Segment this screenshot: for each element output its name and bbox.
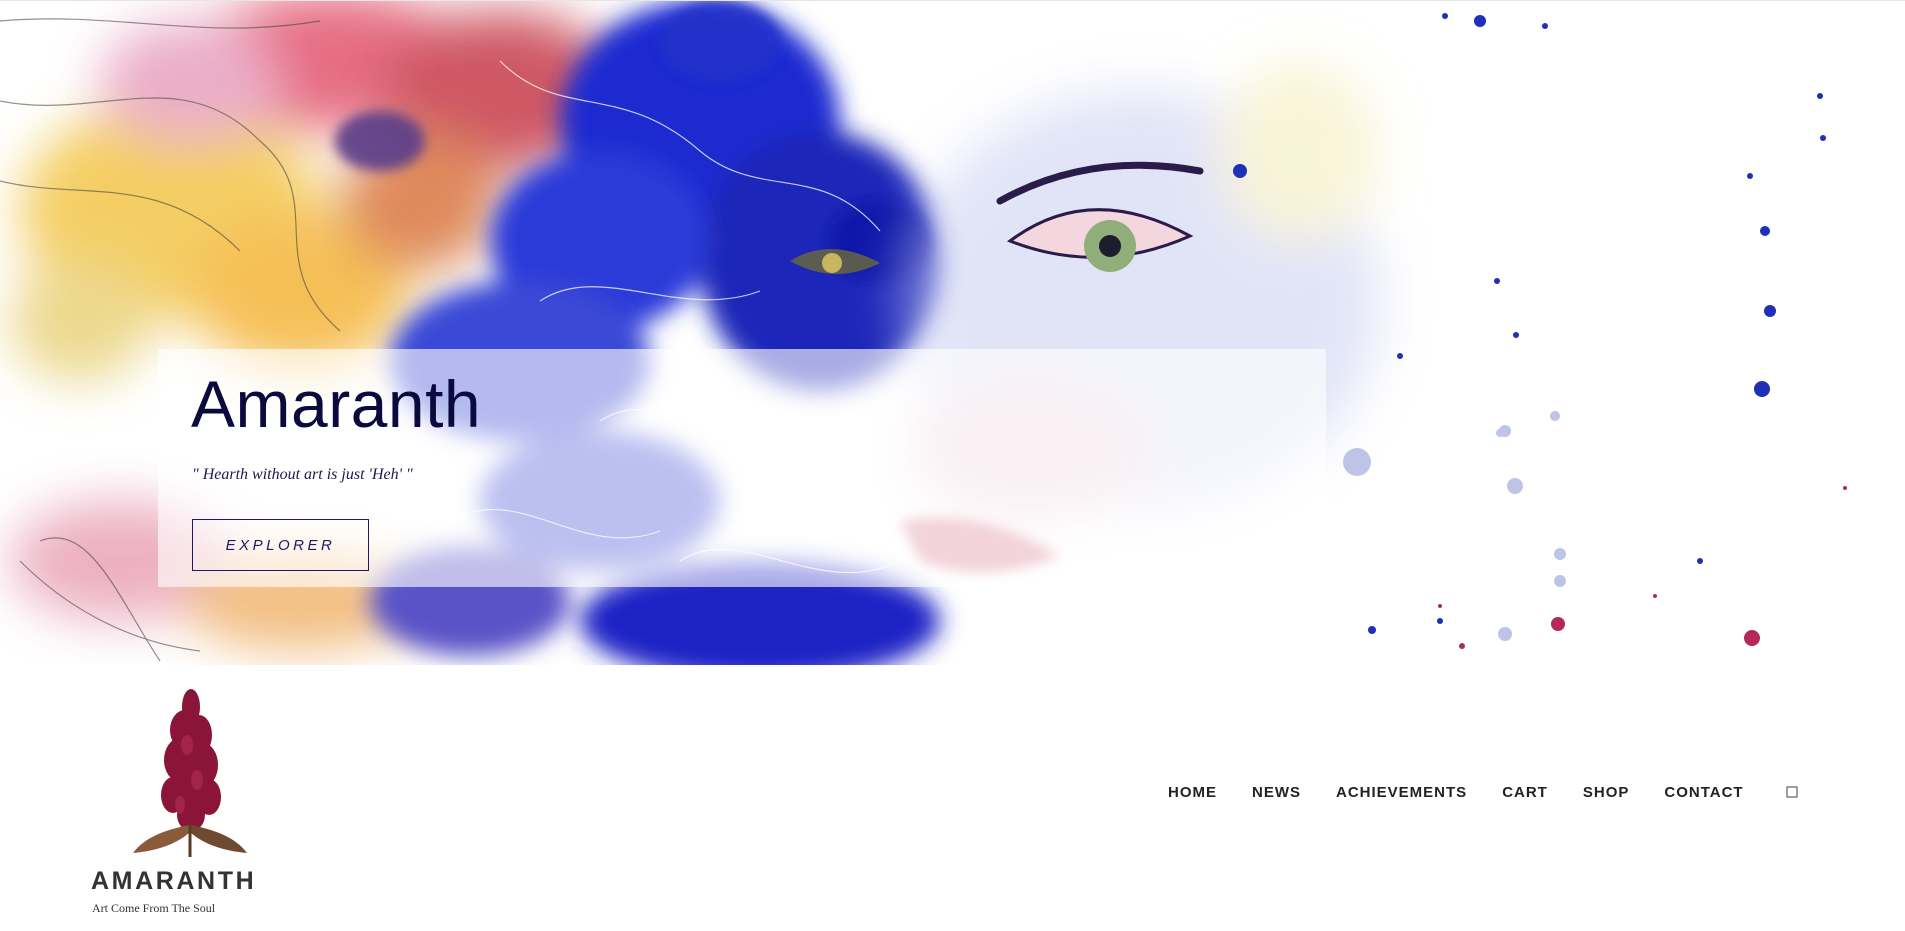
nav-item-home[interactable]: HOME <box>1168 784 1217 801</box>
brand[interactable]: AMARANTH Art Come From The Soul <box>90 665 310 931</box>
hero-banner: Amaranth " Hearth without art is just 'H… <box>0 0 1905 665</box>
search-icon-glyph <box>1786 786 1798 798</box>
nav-item-cart[interactable]: CART <box>1502 784 1548 801</box>
site-title[interactable]: AMARANTH <box>91 867 256 896</box>
nav-item-news[interactable]: NEWS <box>1252 784 1301 801</box>
amaranth-flower-logo[interactable] <box>125 685 255 861</box>
site-header: AMARANTH Art Come From The Soul HOME NEW… <box>0 665 1905 931</box>
nav-item-achievements[interactable]: ACHIEVEMENTS <box>1336 784 1467 801</box>
nav-item-contact[interactable]: CONTACT <box>1664 784 1743 801</box>
page: Amaranth " Hearth without art is just 'H… <box>0 0 1905 931</box>
site-tagline: Art Come From The Soul <box>92 901 216 915</box>
main-navigation: HOME NEWS ACHIEVEMENTS CART SHOP CONTACT <box>1168 777 1800 807</box>
hero-title: Amaranth <box>191 367 482 441</box>
explorer-button[interactable]: EXPLORER <box>192 519 369 571</box>
nav-item-shop[interactable]: SHOP <box>1583 784 1630 801</box>
search-icon[interactable] <box>1784 784 1800 800</box>
hero-quote: " Hearth without art is just 'Heh' " <box>192 466 413 483</box>
